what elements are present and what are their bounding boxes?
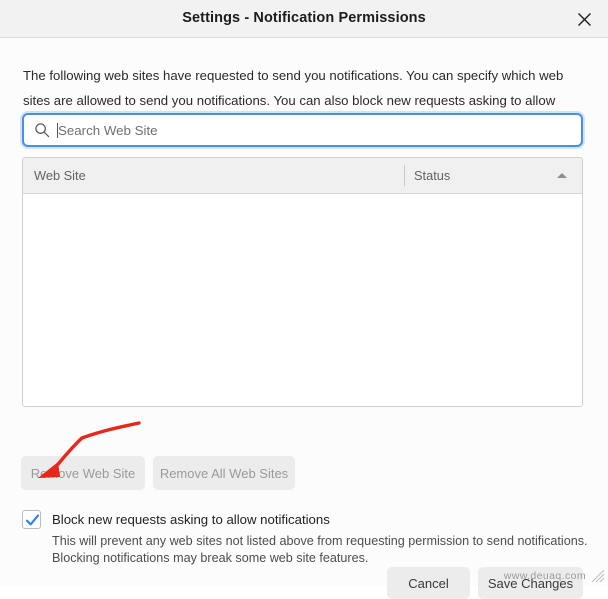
triangle-up-icon[interactable]	[557, 173, 567, 178]
permissions-table[interactable]: Web Site Status	[22, 157, 583, 407]
table-body-empty	[23, 194, 582, 406]
remove-all-web-sites-button[interactable]: Remove All Web Sites	[153, 456, 295, 490]
search-placeholder: Search Web Site	[58, 122, 158, 138]
block-new-requests-label: Block new requests asking to allow notif…	[52, 512, 330, 527]
close-icon[interactable]	[572, 7, 596, 31]
block-new-requests-row[interactable]: Block new requests asking to allow notif…	[22, 510, 330, 529]
column-header-status[interactable]: Status	[414, 158, 450, 193]
search-input[interactable]: Search Web Site	[22, 113, 583, 147]
block-new-requests-help: This will prevent any web sites not list…	[52, 533, 597, 567]
help-line-2: Blocking notifications may break some we…	[52, 551, 369, 565]
column-header-website[interactable]: Web Site	[34, 158, 86, 193]
block-new-requests-checkbox[interactable]	[22, 510, 41, 529]
search-icon	[35, 123, 50, 138]
window-title: Settings - Notification Permissions	[182, 10, 426, 26]
watermark-text: www.deuaq.com	[503, 570, 586, 582]
dialog-titlebar: Settings - Notification Permissions	[0, 0, 608, 38]
dialog-body: The following web sites have requested t…	[0, 38, 608, 599]
resize-grip-icon	[591, 569, 605, 583]
remove-web-site-button[interactable]: Remove Web Site	[21, 456, 145, 490]
table-header-row: Web Site Status	[23, 158, 582, 194]
column-divider	[404, 165, 405, 186]
cancel-button[interactable]: Cancel	[387, 567, 470, 599]
help-line-1: This will prevent any web sites not list…	[52, 534, 588, 548]
checkmark-icon	[25, 514, 40, 526]
search-web-site-container: Search Web Site	[20, 111, 585, 149]
